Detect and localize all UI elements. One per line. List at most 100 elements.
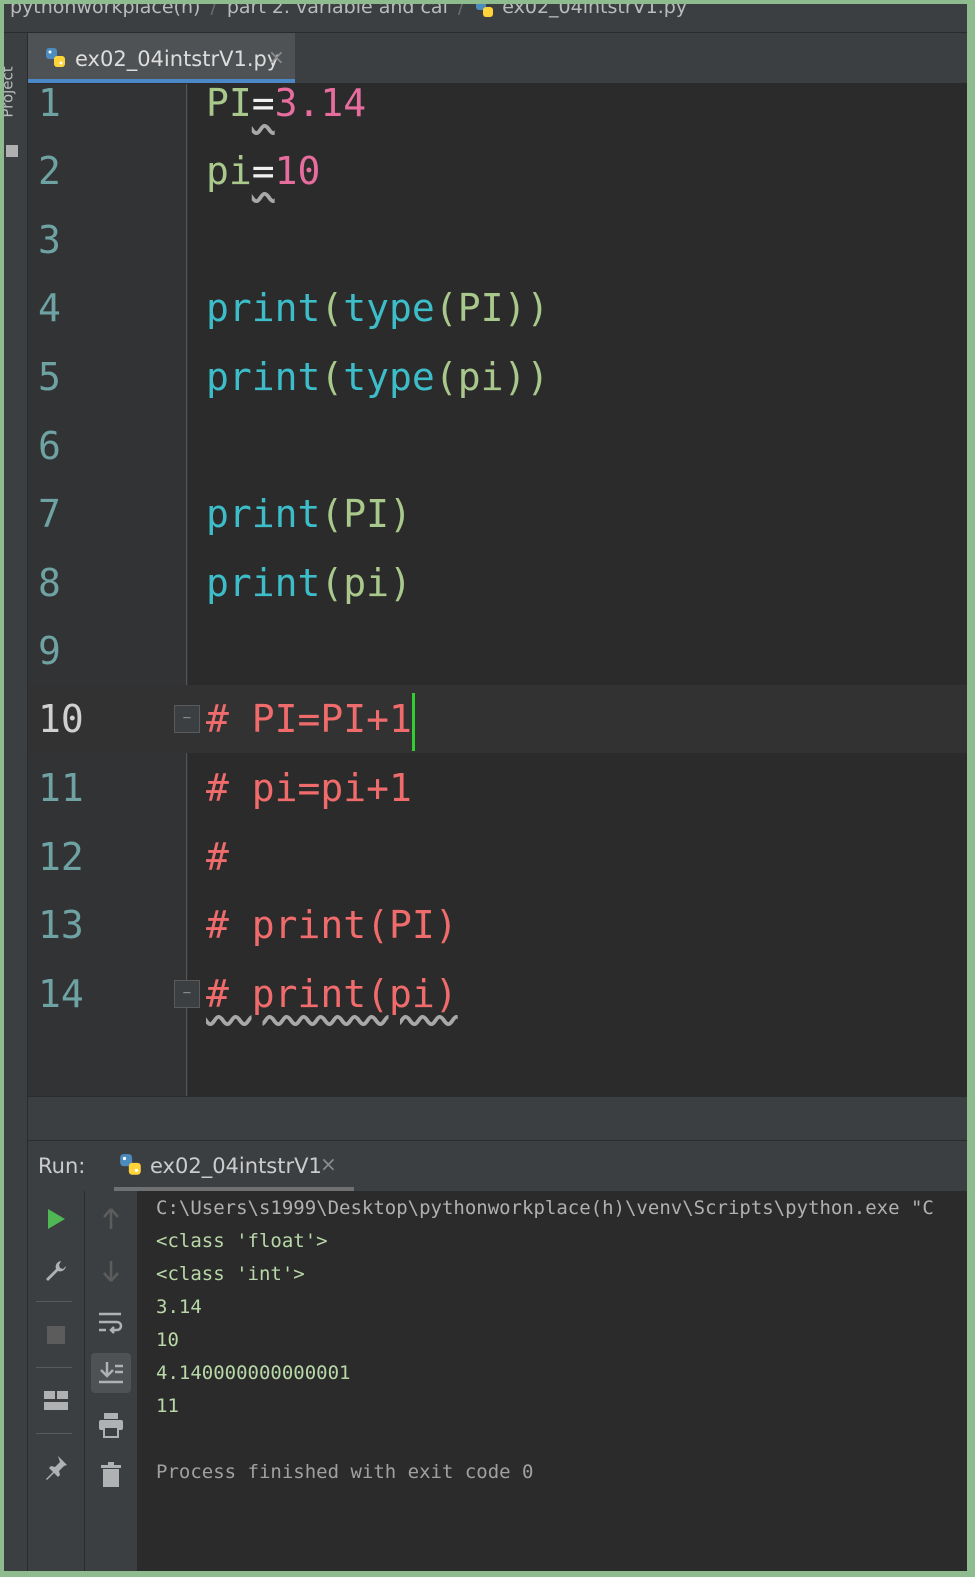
run-tab-name: ex02_04intstrV1 [150, 1154, 322, 1178]
paren: ( [320, 492, 344, 536]
text-caret [411, 692, 415, 751]
identifier: PI [206, 81, 252, 125]
code-text[interactable]: pi=10 [206, 137, 320, 205]
identifier: PI [457, 286, 504, 330]
comment: # print(pi) [206, 972, 458, 1016]
fold-collapse-icon[interactable]: − [174, 705, 200, 733]
console-line: 3.14 [156, 1296, 202, 1318]
code-text[interactable]: PI=3.14 [206, 69, 366, 137]
builtin-function: print [206, 492, 321, 536]
code-text[interactable]: # print(PI) [206, 891, 458, 959]
layout-icon[interactable] [36, 1381, 76, 1421]
stop-icon[interactable] [36, 1315, 76, 1355]
run-toolbar-primary [28, 1191, 85, 1571]
comment: # PI=PI+1 [206, 697, 412, 741]
trash-icon[interactable] [91, 1455, 131, 1495]
scroll-to-end-icon[interactable] [91, 1353, 131, 1393]
builtin-function: type [343, 286, 435, 330]
identifier: pi [457, 355, 504, 399]
fold-end-icon[interactable]: − [174, 980, 200, 1008]
code-line[interactable]: 3 [28, 206, 967, 274]
python-file-icon [118, 1152, 144, 1183]
pin-icon[interactable] [36, 1447, 76, 1487]
soft-wrap-icon[interactable] [91, 1303, 131, 1343]
builtin-function: type [343, 355, 435, 399]
code-line[interactable]: 9 [28, 617, 967, 685]
paren: ) [389, 492, 412, 536]
paren: ) [389, 561, 412, 605]
comment: # [206, 835, 229, 879]
number-literal: 10 [274, 149, 321, 193]
breadcrumb: pythonworkplace(h) / part 2. variable and … [4, 4, 967, 33]
paren: ( [434, 355, 458, 399]
line-number: 2 [38, 149, 61, 193]
code-text[interactable]: # print(pi) [206, 960, 458, 1028]
identifier: pi [343, 561, 390, 605]
tab-filename: ex02_04intstrV1.py [75, 47, 280, 71]
paren: ( [434, 286, 458, 330]
code-editor[interactable]: 1 PI=3.14 2 pi=10 3 4 print(type(PI)) 5 … [28, 81, 967, 1096]
operator: = [251, 81, 275, 125]
comment: # print(PI) [206, 903, 458, 947]
close-icon[interactable]: × [268, 45, 285, 69]
code-text[interactable]: print(type(PI)) [206, 274, 549, 342]
identifier: pi [206, 149, 252, 193]
number-literal: 3.14 [274, 81, 367, 125]
code-line[interactable]: 1 PI=3.14 [28, 69, 967, 137]
project-label: Project [4, 66, 17, 118]
wrench-icon[interactable] [36, 1251, 76, 1291]
code-line[interactable]: 12 # [28, 823, 967, 891]
code-text[interactable]: print(PI) [206, 480, 412, 548]
breadcrumb-separator: / [210, 4, 217, 18]
print-icon[interactable] [91, 1405, 131, 1445]
console-line: C:\Users\s1999\Desktop\pythonworkplace(h… [156, 1197, 934, 1219]
code-line[interactable]: 11 # pi=pi+1 [28, 754, 967, 822]
console-line: 4.140000000000001 [156, 1362, 351, 1384]
toolbar-separator [36, 1433, 72, 1434]
code-line[interactable]: 2 pi=10 [28, 137, 967, 205]
line-number: 11 [38, 766, 84, 810]
code-line[interactable]: 14 # print(pi) [28, 960, 967, 1028]
line-number: 4 [38, 286, 61, 330]
console-line: <class 'int'> [156, 1263, 305, 1285]
breadcrumb-folder[interactable]: part 2. variable and cal [227, 4, 448, 17]
builtin-function: print [206, 561, 321, 605]
code-text[interactable]: print(pi) [206, 549, 412, 617]
run-console-output[interactable]: C:\Users\s1999\Desktop\pythonworkplace(h… [138, 1191, 967, 1571]
code-line[interactable]: 6 [28, 412, 967, 480]
run-icon[interactable] [36, 1199, 76, 1239]
code-line[interactable]: 13 # print(PI) [28, 891, 967, 959]
paren: ( [320, 286, 344, 330]
close-icon[interactable]: × [320, 1152, 337, 1176]
breadcrumb-project[interactable]: pythonworkplace(h) [10, 4, 200, 17]
builtin-function: print [206, 286, 321, 330]
run-toolbar-secondary [85, 1191, 138, 1571]
code-line[interactable]: 5 print(type(pi)) [28, 343, 967, 411]
current-code-line[interactable]: 10 # PI=PI+1 [28, 685, 967, 753]
operator: = [251, 149, 275, 193]
code-text[interactable]: print(type(pi)) [206, 343, 549, 411]
arrow-down-icon[interactable] [91, 1251, 131, 1291]
code-text[interactable]: # [206, 823, 229, 891]
toolbar-separator [36, 1367, 72, 1368]
project-tool-button[interactable]: Project [4, 53, 27, 157]
arrow-up-icon[interactable] [91, 1199, 131, 1239]
project-icon [6, 145, 18, 157]
code-line[interactable]: 7 print(PI) [28, 480, 967, 548]
line-number: 7 [38, 492, 61, 536]
line-number: 12 [38, 835, 84, 879]
run-tab[interactable]: ex02_04intstrV1 × [114, 1141, 354, 1191]
toolbar-separator [36, 1301, 72, 1302]
breadcrumb-file[interactable]: ex02_04intstrV1.py [502, 4, 687, 17]
code-text[interactable]: # pi=pi+1 [206, 754, 412, 822]
line-number: 5 [38, 355, 61, 399]
line-number: 10 [38, 697, 84, 741]
line-number: 6 [38, 424, 61, 468]
paren: )) [503, 355, 550, 399]
code-line[interactable]: 8 print(pi) [28, 549, 967, 617]
code-text[interactable]: # PI=PI+1 [206, 685, 415, 753]
breadcrumb-separator: / [457, 4, 465, 18]
editor-bottom-spacer [28, 1096, 967, 1141]
code-line[interactable]: 4 print(type(PI)) [28, 274, 967, 342]
line-number: 8 [38, 561, 61, 605]
